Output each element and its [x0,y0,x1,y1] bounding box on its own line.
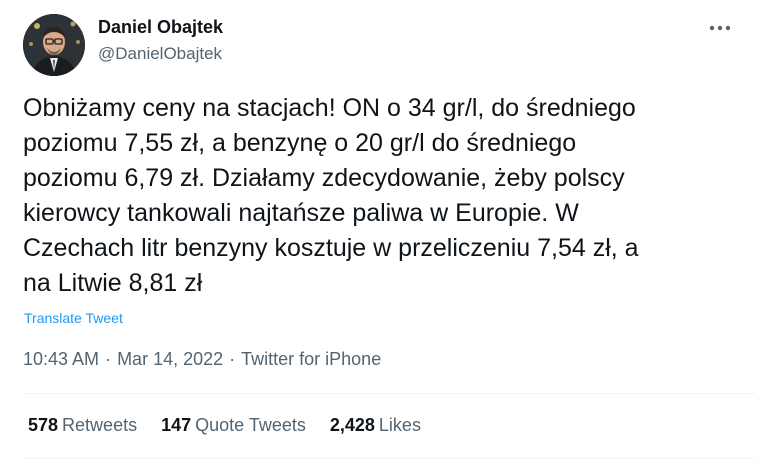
likes-label: Likes [378,415,421,435]
more-horizontal-icon [709,25,731,31]
tweet-metadata: 10:43 AM · Mar 14, 2022 · Twitter for iP… [23,349,381,370]
engagement-stats: 578 Retweets 147 Quote Tweets 2,428 Likes [28,415,445,436]
author-handle[interactable]: @DanielObajtek [98,44,222,64]
meta-separator: · [105,349,112,369]
quote-tweets-stat[interactable]: 147 Quote Tweets [161,415,306,436]
tweet-source[interactable]: Twitter for iPhone [241,349,381,370]
likes-count: 2,428 [329,415,375,435]
likes-stat[interactable]: 2,428 Likes [330,415,421,436]
tweet-time[interactable]: 10:43 AM [23,349,99,370]
author-name[interactable]: Daniel Obajtek [98,17,223,38]
meta-separator: · [229,349,236,369]
retweets-stat[interactable]: 578 Retweets [28,415,137,436]
divider [23,458,755,459]
tweet-text: Obniżamy ceny na stacjach! ON o 34 gr/l,… [23,94,639,297]
divider [23,393,755,394]
more-options-button[interactable] [704,16,736,40]
translate-tweet-link[interactable]: Translate Tweet [24,310,123,326]
retweets-label: Retweets [62,415,138,435]
tweet-card: Daniel Obajtek @DanielObajtek Obniżamy c… [0,0,776,476]
retweets-count: 578 [28,415,59,435]
profile-photo-icon [23,14,85,76]
avatar[interactable] [23,14,85,76]
tweet-date[interactable]: Mar 14, 2022 [117,349,223,370]
quote-tweets-label: Quote Tweets [195,415,306,435]
quote-tweets-count: 147 [161,415,192,435]
